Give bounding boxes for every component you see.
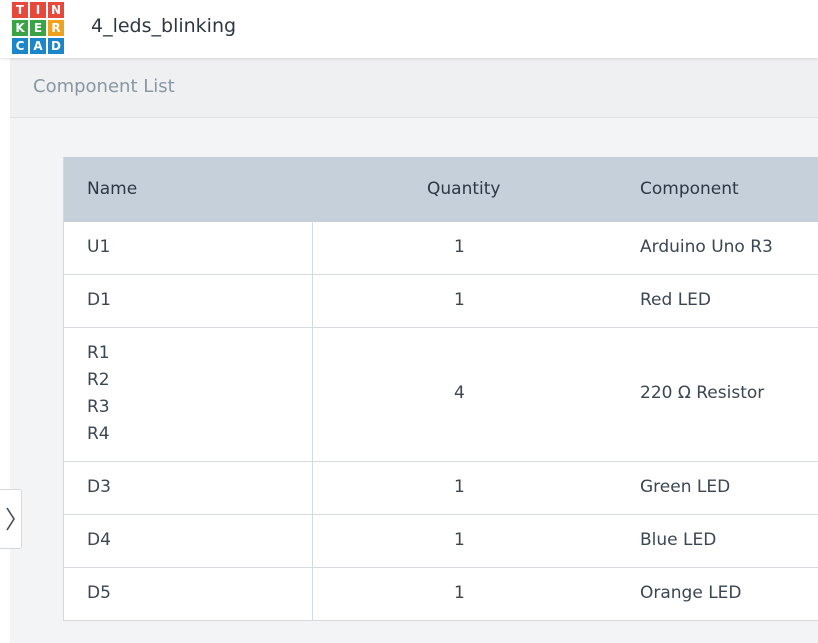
logo-letter: A [30, 38, 46, 54]
cell-quantity: 1 [454, 290, 465, 310]
cell-component: Red LED [640, 290, 712, 310]
cell-quantity: 1 [454, 477, 465, 497]
designator: R3 [87, 397, 110, 417]
cell-name: R1 R2 R3 R4 [87, 340, 110, 448]
designator: D3 [87, 477, 111, 497]
cell-component: Blue LED [640, 530, 717, 550]
chevron-right-icon [6, 507, 15, 531]
column-divider [312, 222, 313, 274]
designator: D5 [87, 583, 111, 603]
component-list-header: Component List [10, 58, 818, 118]
logo-letter: N [48, 2, 64, 18]
designator: R1 [87, 343, 110, 363]
table-row[interactable]: R1 R2 R3 R4 4 220 Ω Resistor [64, 328, 818, 462]
logo-letter: K [12, 20, 28, 36]
table-header: Name Quantity Component [64, 157, 818, 222]
table-row[interactable]: D1 1 Red LED [64, 275, 818, 328]
section-title: Component List [33, 76, 175, 97]
logo-letter: R [48, 20, 64, 36]
sidebar-expand-button[interactable] [0, 489, 22, 549]
table-row[interactable]: D4 1 Blue LED [64, 515, 818, 568]
component-table: Name Quantity Component U1 1 Arduino Uno… [63, 157, 818, 621]
logo-letter: I [30, 2, 46, 18]
top-bar: T I N K E R C A D 4_leds_blinking [0, 0, 818, 58]
cell-quantity: 1 [454, 237, 465, 257]
column-divider [312, 568, 313, 620]
cell-component: Orange LED [640, 583, 742, 603]
designator: R2 [87, 370, 110, 390]
designator: R4 [87, 424, 110, 444]
cell-name: D4 [87, 527, 111, 554]
cell-name: D1 [87, 287, 111, 314]
cell-name: U1 [87, 234, 110, 261]
tinkercad-logo[interactable]: T I N K E R C A D [12, 2, 64, 54]
column-header-name[interactable]: Name [87, 179, 137, 199]
designator: D4 [87, 530, 111, 550]
designator: U1 [87, 237, 111, 257]
cell-component: Green LED [640, 477, 731, 497]
logo-letter: E [30, 20, 46, 36]
table-row[interactable]: D5 1 Orange LED [64, 568, 818, 621]
column-divider [312, 515, 313, 567]
cell-quantity: 1 [454, 583, 465, 603]
column-divider [312, 328, 313, 461]
project-title[interactable]: 4_leds_blinking [91, 15, 236, 37]
column-divider [312, 462, 313, 514]
table-row[interactable]: D3 1 Green LED [64, 462, 818, 515]
column-header-quantity[interactable]: Quantity [427, 179, 500, 199]
logo-letter: T [12, 2, 28, 18]
column-header-component[interactable]: Component [640, 179, 739, 199]
cell-quantity: 1 [454, 530, 465, 550]
column-divider [312, 275, 313, 327]
designator: D1 [87, 290, 111, 310]
cell-quantity: 4 [454, 383, 465, 403]
cell-component: Arduino Uno R3 [640, 237, 773, 257]
cell-component: 220 Ω Resistor [640, 383, 765, 403]
cell-name: D5 [87, 580, 111, 607]
table-row[interactable]: U1 1 Arduino Uno R3 [64, 222, 818, 275]
logo-letter: D [48, 38, 64, 54]
logo-letter: C [12, 38, 28, 54]
cell-name: D3 [87, 474, 111, 501]
